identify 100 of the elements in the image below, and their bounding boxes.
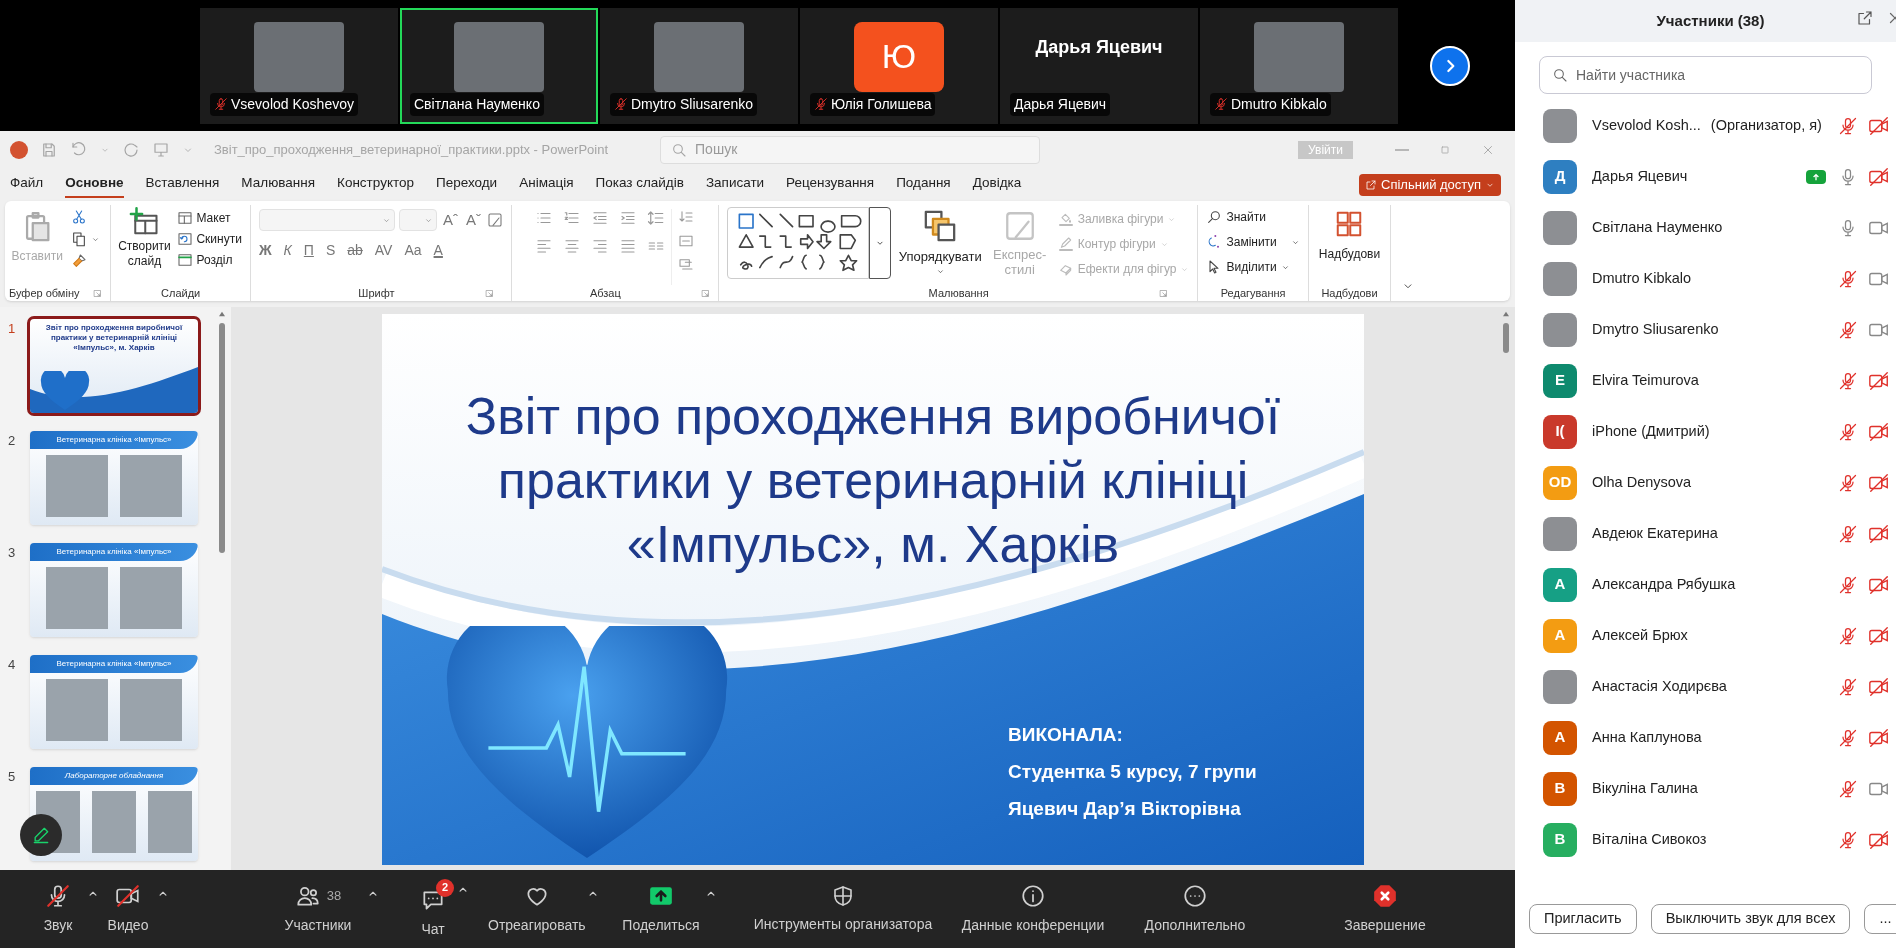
font-format-button[interactable]: S [325, 239, 336, 261]
avatar: OD [1543, 465, 1577, 500]
scrollbar-thumb[interactable] [219, 323, 225, 553]
ribbon-tab[interactable]: Показ слайдів [595, 171, 684, 198]
ribbon-tab[interactable]: Довідка [972, 171, 1022, 198]
participant-row[interactable]: E Elvira Teimurova [1515, 355, 1896, 406]
participant-row[interactable]: В Віталіна Сивокоз [1515, 814, 1896, 865]
slide-thumbnail[interactable]: Звіт про проходження виробничої практики у ветеринарній клініці «Імпульс», м. Харків [30, 319, 198, 413]
ribbon-tab[interactable]: Основне [65, 171, 124, 198]
ribbon-tab[interactable]: Подання [896, 171, 951, 198]
font-format-button[interactable]: Ж [258, 239, 272, 261]
participant-row[interactable]: OD Olha Denysova [1515, 457, 1896, 508]
indent-icon [591, 209, 610, 227]
font-size-step-button[interactable]: Aˇ [463, 209, 483, 232]
participant-row[interactable]: Vsevolod Kosh... (Организатор, я) [1515, 100, 1896, 151]
toolbar-button[interactable]: Поделиться [622, 882, 700, 936]
new-slide-icon [129, 207, 160, 237]
video-tile[interactable]: Dmytro Sliusarenko [600, 7, 798, 124]
ribbon-tab[interactable]: Малювання [241, 171, 315, 198]
ribbon-tab[interactable]: Конструктор [337, 171, 414, 198]
participant-row[interactable]: Dmytro Sliusarenko [1515, 304, 1896, 355]
toolbar-button[interactable]: Звук [43, 882, 73, 936]
pop-out-button[interactable] [1856, 9, 1874, 27]
toolbar-button[interactable]: Данные конференции [961, 882, 1105, 936]
ribbon-tab[interactable]: Файл [10, 171, 44, 198]
font-format-button[interactable]: AV [374, 239, 393, 261]
share-button[interactable]: Спільний доступ [1359, 173, 1501, 196]
toolbar-button[interactable]: Завершение [1344, 882, 1426, 936]
select-button[interactable]: Виділити [1206, 257, 1300, 277]
slide-thumbnail[interactable]: Ветеринарна клініка «Імпульс» [30, 431, 198, 525]
save-icon [40, 140, 58, 159]
text-align-icon [535, 237, 554, 255]
participant-name: Анастасія Ходирєва [1592, 676, 1727, 696]
font-format-button[interactable]: К [283, 239, 292, 261]
group-label: Надбудови [1321, 286, 1378, 301]
toolbar-button[interactable]: Инструменты организатора [753, 883, 933, 935]
search-icon [671, 141, 688, 158]
font-size-field[interactable] [398, 209, 437, 232]
video-tile[interactable]: Ю Юлія Голишева [800, 7, 998, 124]
ribbon-tab[interactable]: Вставлення [145, 171, 220, 198]
participant-row[interactable]: А Алексей Брюх [1515, 610, 1896, 661]
ribbon-tab[interactable]: Анімація [519, 171, 574, 198]
ribbon-tab[interactable]: Переходи [436, 171, 498, 198]
participant-row[interactable]: Авдеюк Екатерина [1515, 508, 1896, 559]
thumbnail-title: Ветеринарна клініка «Імпульс» [56, 434, 172, 446]
layout-button[interactable]: Макет [177, 207, 242, 228]
panel-button[interactable]: Выключить звук для всех [1650, 904, 1851, 934]
panel-button[interactable]: Пригласить [1529, 904, 1637, 934]
next-page-button[interactable] [1430, 45, 1470, 86]
gallery-more-button[interactable] [868, 207, 891, 279]
add-ins-button[interactable]: Надбудови [1318, 205, 1381, 285]
participant-name: Дарья Яцевич [1014, 94, 1107, 114]
ribbon-tab[interactable]: Рецензування [786, 171, 875, 198]
participant-row[interactable]: Д Дарья Яцевич [1515, 151, 1896, 202]
ribbon-tab[interactable]: Записати [705, 171, 765, 198]
slide-thumbnail[interactable]: Лабораторне обладнання [30, 767, 198, 861]
new-slide-button[interactable]: Створити слайд [119, 205, 170, 269]
scroll-up-icon [1502, 311, 1510, 317]
font-name-field[interactable] [258, 209, 395, 232]
participant-row[interactable]: I( iPhone (Дмитрий) [1515, 406, 1896, 457]
search-field[interactable]: Пошук [660, 135, 1041, 164]
toolbar-button[interactable]: 38 Участники [284, 882, 352, 936]
replace-button[interactable]: Замінити [1206, 232, 1300, 252]
find-button[interactable]: Знайти [1206, 207, 1300, 227]
shapes-gallery[interactable] [726, 207, 869, 279]
copy-icon [70, 231, 87, 247]
participant-row[interactable]: Dmutro Kibkalo [1515, 253, 1896, 304]
font-format-button[interactable]: ab [347, 239, 363, 261]
font-size-step-button[interactable]: Aˆ [440, 209, 460, 232]
shield-icon [831, 883, 855, 908]
video-tile[interactable]: Світлана Науменко [400, 7, 598, 124]
align-text-icon [678, 233, 695, 249]
panel-button[interactable]: ... [1864, 904, 1896, 934]
participant-row[interactable]: А Александра Рябушка [1515, 559, 1896, 610]
section-button[interactable]: Розділ [177, 249, 242, 270]
slide-thumbnail[interactable]: Ветеринарна клініка «Імпульс» [30, 543, 198, 637]
participant-row[interactable]: Анастасія Ходирєва [1515, 661, 1896, 712]
arrange-button[interactable]: Упорядкувати [898, 207, 982, 276]
participant-row[interactable]: Світлана Науменко [1515, 202, 1896, 253]
video-tile[interactable]: Vsevolod Koshevoy [200, 7, 398, 124]
font-format-button[interactable]: П [303, 239, 314, 261]
scrollbar-thumb[interactable] [1503, 323, 1509, 353]
participant-name: Юлія Голишева [831, 94, 932, 114]
window-title: Звіт_про_проходження_ветеринарної_практики.pptx - PowerPoint [214, 140, 609, 159]
search-field[interactable]: Найти участника [1539, 56, 1872, 94]
reset-button[interactable]: Скинути [177, 228, 242, 249]
font-format-button[interactable]: Aa [404, 239, 422, 261]
toolbar-button[interactable]: Отреагировать [488, 882, 586, 936]
video-tile[interactable]: Дарья Яцевич Дарья Яцевич [1000, 7, 1198, 124]
participant-row[interactable]: А Анна Каплунова [1515, 712, 1896, 763]
pen-button[interactable] [20, 814, 62, 856]
video-tile[interactable]: Dmutro Kibkalo [1200, 7, 1398, 124]
toolbar-button[interactable]: Дополнительно [1144, 882, 1246, 936]
toolbar-button[interactable]: Видео [107, 882, 149, 936]
toolbar-button[interactable]: 2 Чат [412, 878, 454, 940]
slide-text: ВИКОНАЛА: [1008, 723, 1124, 747]
maximize-icon [1439, 143, 1451, 156]
slide-thumbnail[interactable]: Ветеринарна клініка «Імпульс» [30, 655, 198, 749]
participant-row[interactable]: В Вікуліна Галина [1515, 763, 1896, 814]
font-color-button[interactable]: A [433, 239, 443, 261]
